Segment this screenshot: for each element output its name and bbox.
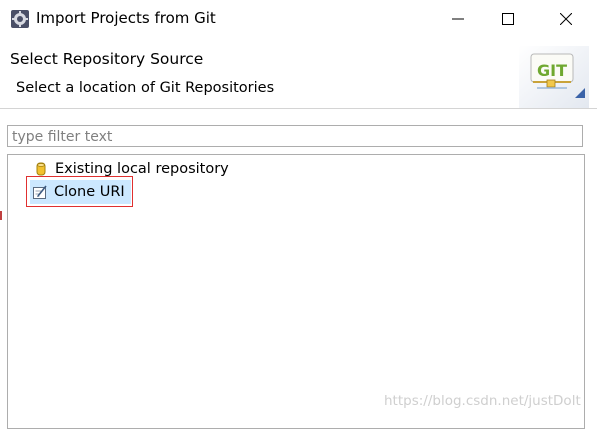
edge-marker [0, 211, 2, 220]
clone-uri-icon [32, 184, 48, 200]
tree-item-clone-uri[interactable]: Clone URI [30, 180, 131, 204]
close-icon [560, 13, 572, 25]
window-title: Import Projects from Git [36, 9, 216, 27]
header-separator [0, 108, 597, 109]
maximize-button[interactable] [485, 0, 531, 38]
page-description: Select a location of Git Repositories [16, 80, 275, 96]
eclipse-gear-icon [10, 9, 30, 29]
page-title: Select Repository Source [10, 50, 204, 68]
repository-source-tree[interactable]: Existing local repository Clone URI [7, 154, 585, 429]
minimize-button[interactable] [435, 0, 481, 38]
tree-item-label: Clone URI [54, 184, 125, 200]
title-bar: Import Projects from Git [0, 0, 597, 38]
repository-cylinder-icon [33, 161, 49, 177]
tree-item-existing-local-repository[interactable]: Existing local repository [33, 157, 229, 181]
minimize-icon [452, 18, 464, 20]
watermark: https://blog.csdn.net/justDolt [384, 393, 581, 409]
close-button[interactable] [543, 0, 589, 38]
git-banner-text: GIT [537, 61, 567, 80]
maximize-icon [502, 13, 514, 25]
git-banner-icon: GIT [519, 46, 589, 108]
filter-field[interactable] [7, 125, 583, 147]
tree-item-label: Existing local repository [55, 161, 229, 177]
wizard-header: Select Repository Source Select a locati… [0, 38, 597, 108]
filter-input[interactable] [8, 127, 582, 147]
